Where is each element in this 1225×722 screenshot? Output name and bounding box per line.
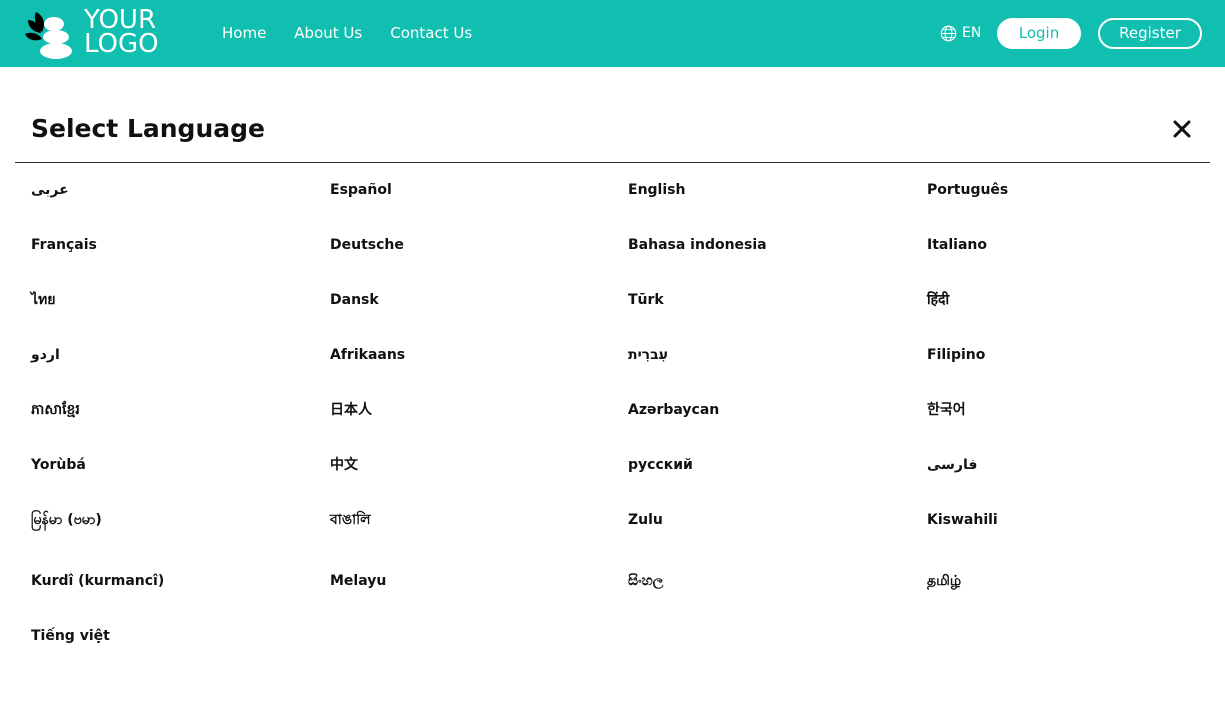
globe-icon [940, 25, 957, 41]
language-switcher[interactable]: EN [940, 23, 981, 43]
language-option[interactable]: Melayu [330, 570, 386, 592]
language-option[interactable]: فارسی [927, 454, 977, 476]
language-option[interactable]: Yorùbá [31, 454, 86, 476]
language-option[interactable]: اردو [31, 344, 60, 366]
language-option[interactable]: English [628, 179, 685, 201]
language-option[interactable]: বাঙালি [330, 509, 371, 531]
language-option[interactable]: Français [31, 234, 97, 256]
language-option[interactable]: עִברִית [628, 344, 668, 366]
language-option[interactable]: Dansk [330, 289, 379, 311]
language-code: EN [962, 25, 982, 41]
language-option[interactable]: русский [628, 454, 693, 476]
modal-divider [15, 162, 1210, 163]
language-option[interactable]: ភាសាខ្មែរ [31, 399, 80, 421]
language-option[interactable]: Kurdî (kurmancî) [31, 570, 164, 592]
language-option[interactable]: Kiswahili [927, 509, 998, 531]
language-option[interactable]: 中文 [330, 454, 358, 476]
logo-stones-icon [25, 12, 72, 59]
language-option[interactable]: Italiano [927, 234, 987, 256]
language-option[interactable]: हिंदी [927, 289, 949, 311]
main-nav: Home About Us Contact Us [222, 23, 472, 43]
language-option[interactable]: Zulu [628, 509, 663, 531]
language-option[interactable]: Bahasa indonesia [628, 234, 767, 256]
login-button[interactable]: Login [997, 18, 1081, 49]
language-option[interactable]: Español [330, 179, 392, 201]
language-option[interactable]: عربى [31, 179, 69, 201]
language-option[interactable]: Afrikaans [330, 344, 405, 366]
language-option[interactable]: 日本人 [330, 399, 372, 421]
language-option[interactable]: 한국어 [927, 399, 966, 421]
logo-text: YOUR LOGO [84, 7, 159, 59]
modal-title: Select Language [31, 114, 265, 143]
language-option[interactable]: မြန်မာ (ဗမာ) [31, 509, 102, 531]
nav-home-link[interactable]: Home [222, 23, 266, 43]
language-option[interactable]: Deutsche [330, 234, 404, 256]
language-option[interactable]: සිංහල [628, 570, 663, 592]
language-option[interactable]: ไทย [31, 289, 55, 311]
language-option[interactable]: Tūrk [628, 289, 664, 311]
site-logo[interactable]: YOUR LOGO [22, 6, 167, 60]
nav-contact-link[interactable]: Contact Us [390, 23, 472, 43]
logo-line-2: LOGO [84, 29, 159, 59]
close-icon[interactable] [1170, 117, 1194, 141]
language-option[interactable]: Filipino [927, 344, 985, 366]
register-button[interactable]: Register [1098, 18, 1202, 49]
language-option[interactable]: Azərbaycan [628, 399, 719, 421]
nav-about-link[interactable]: About Us [294, 23, 362, 43]
top-navigation-bar: YOUR LOGO Home About Us Contact Us EN Lo… [0, 0, 1225, 67]
language-option[interactable]: Tiếng việt [31, 625, 110, 647]
language-option[interactable]: தமிழ் [927, 570, 961, 592]
language-option[interactable]: Português [927, 179, 1008, 201]
